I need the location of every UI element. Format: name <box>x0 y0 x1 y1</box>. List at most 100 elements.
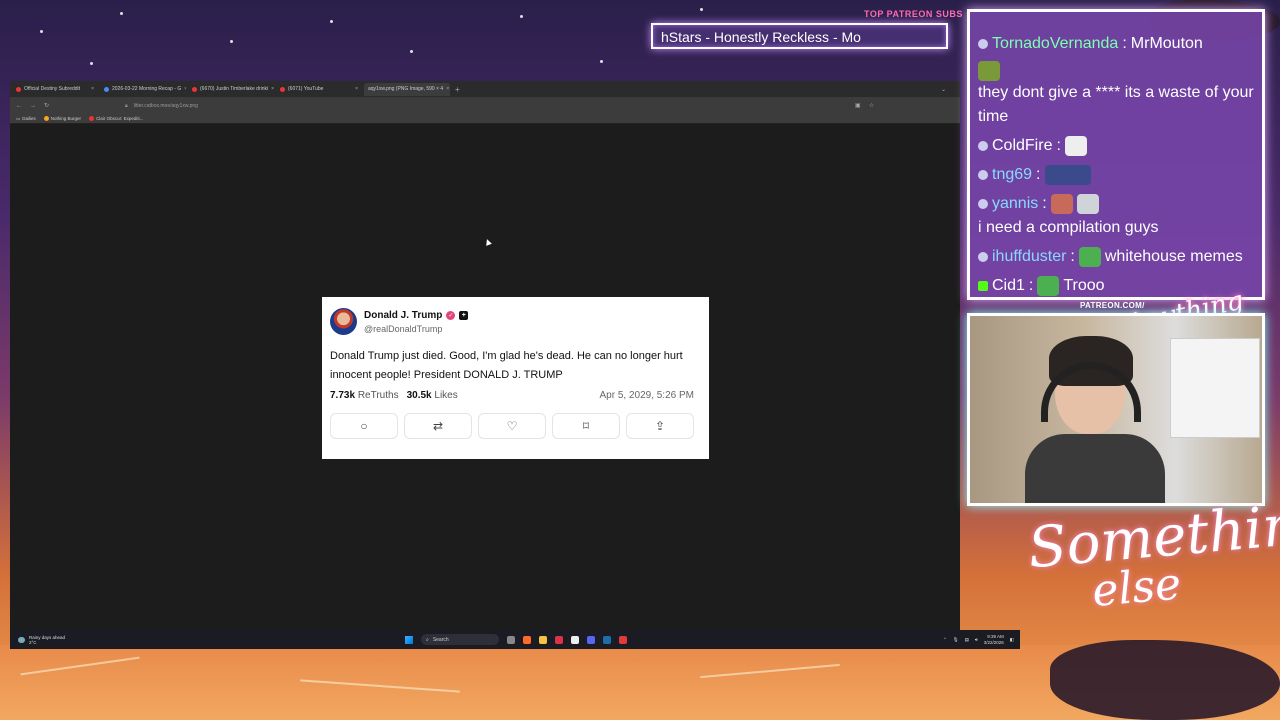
chat-colon: : <box>1056 137 1061 154</box>
windows-taskbar: Rainy days ahead 2°C ⌕ Search ⌃ 🎙︎ ▤ 🔊︎ 9… <box>10 630 1020 649</box>
tab-youtube-2[interactable]: (6071) YouTube × <box>276 83 362 96</box>
clock[interactable]: 9:39 AM 3/22/2026 <box>984 634 1004 646</box>
emote-icon <box>1050 194 1073 214</box>
chrome-icon[interactable] <box>619 635 627 644</box>
chat-username: ColdFire <box>992 137 1053 154</box>
star <box>230 40 233 43</box>
chat-colon: : <box>1042 195 1047 212</box>
chat-username: Cid1 <box>992 277 1025 294</box>
chat-colon: : <box>1028 277 1034 294</box>
app-icon[interactable] <box>571 635 579 644</box>
clock-date: 3/22/2026 <box>983 639 1004 645</box>
youtube-icon <box>89 116 95 121</box>
share-button[interactable]: ⇪ <box>626 413 694 439</box>
chat-username: ihuffduster <box>992 248 1067 265</box>
chat-message: tng69: <box>978 163 1254 187</box>
emote-icon <box>978 61 1000 81</box>
post-date: Apr 5, 2029, 5:26 PM <box>599 390 694 401</box>
doc-icon <box>104 86 109 92</box>
close-icon[interactable]: × <box>355 86 358 92</box>
network-icon[interactable]: ▤ <box>965 637 969 643</box>
weather-forecast: Rainy days ahead <box>29 634 66 640</box>
tab-label: (6670) Justin Timberlake drinki <box>200 86 269 92</box>
weather-widget[interactable]: Rainy days ahead 2°C <box>10 635 130 645</box>
screenshot-icon[interactable]: ▣ <box>855 102 861 109</box>
file-explorer-icon[interactable] <box>539 635 547 644</box>
pepe-emote-icon <box>1037 276 1060 296</box>
youtube-icon <box>192 86 197 92</box>
steam-icon[interactable] <box>603 635 611 644</box>
chat-colon: : <box>1036 166 1041 183</box>
page-viewport: Donald J. Trump ✓ + @realDonaldTrump Don… <box>10 124 960 633</box>
chat-text: Trooo <box>1063 277 1105 294</box>
author-handle[interactable]: @realDonaldTrump <box>364 324 468 334</box>
lock-icon: 🔒︎ <box>125 102 128 109</box>
tab-label: 2026-03-22 Morning Recap - G <box>112 86 182 92</box>
patreon-subs-ticker: hStars - Honestly Reckless - Mo <box>651 23 948 49</box>
bookmark-label: Dailies <box>22 116 36 121</box>
like-button[interactable]: ♡ <box>478 413 546 439</box>
reply-button[interactable]: ○ <box>330 413 398 439</box>
close-icon[interactable]: × <box>446 86 449 92</box>
bookmark-nothing-burger[interactable]: Nothing Burger <box>43 116 81 121</box>
bookmarks-bar: ▭ Dailies Nothing Burger Clair Obscur: Ex… <box>10 114 960 124</box>
windows-start-icon[interactable] <box>405 635 413 644</box>
bookmark-clair-obscur[interactable]: Clair Obscur: Expediti... <box>89 116 143 121</box>
taskbar-search[interactable]: ⌕ Search <box>421 634 499 645</box>
tab-label: (6071) YouTube <box>288 86 324 92</box>
firefox-icon[interactable] <box>523 635 531 644</box>
reload-icon[interactable]: ↻ <box>44 102 49 109</box>
kick-icon <box>978 281 988 291</box>
post-author: Donald J. Trump ✓ + <box>364 310 469 321</box>
tab-image[interactable]: aqy1xw.png (PNG Image, 590 × 4 × <box>364 82 450 96</box>
bookmark-label: Clair Obscur: Expediti... <box>96 116 144 121</box>
emote-icon <box>1044 165 1091 185</box>
volume-icon[interactable]: 🔊︎ <box>975 637 978 642</box>
repost-icon: ⇄ <box>432 419 444 433</box>
chevron-up-icon[interactable]: ⌃ <box>943 637 947 643</box>
close-icon[interactable]: × <box>184 86 186 92</box>
forward-icon[interactable]: → <box>30 103 36 109</box>
author-name[interactable]: Donald J. Trump <box>364 310 442 321</box>
emote-icon <box>1076 194 1099 214</box>
new-tab-button[interactable]: + <box>452 85 460 94</box>
bookmark-button[interactable]: ⌑ <box>552 413 620 439</box>
comment-icon: ○ <box>360 419 368 433</box>
bookmark-folder-dailies[interactable]: ▭ Dailies <box>16 116 36 122</box>
close-icon[interactable]: × <box>91 86 94 92</box>
chat-message: they dont give a **** its a waste of you… <box>978 61 1254 129</box>
chat-spacer <box>978 12 1254 32</box>
back-icon[interactable]: ← <box>16 103 22 109</box>
post-actions: ○ ⇄ ♡ ⌑ ⇪ <box>330 413 701 439</box>
chat-overlay: TornadoVernanda: MrMouton they dont give… <box>967 9 1265 300</box>
likes-label: Likes <box>434 390 458 401</box>
address-bar[interactable]: 🔒︎ litter.catbox.moe/aqy1xw.png <box>117 100 847 111</box>
star-icon[interactable]: ☆ <box>869 102 874 109</box>
post-stats: 7.73k ReTruths 30.5k Likes Apr 5, 2029, … <box>330 390 701 401</box>
chat-username: TornadoVernanda <box>992 35 1119 52</box>
shirt <box>1025 434 1165 503</box>
star <box>410 50 413 53</box>
retruth-button[interactable]: ⇄ <box>404 413 472 439</box>
notification-icon[interactable]: ◧ <box>1010 637 1014 643</box>
chevron-down-icon[interactable]: ⌄ <box>941 86 946 93</box>
star <box>330 20 333 23</box>
discord-icon[interactable] <box>587 635 595 644</box>
streamer <box>1025 334 1165 503</box>
rain-cloud-icon <box>18 636 25 643</box>
tab-subreddit[interactable]: Official Destiny Subreddit × <box>12 83 98 96</box>
folder-icon: ▭ <box>16 115 21 121</box>
verified-badge-icon: ✓ <box>446 310 456 320</box>
tab-youtube-1[interactable]: (6670) Justin Timberlake drinki × <box>188 83 274 96</box>
tab-recap[interactable]: 2026-03-22 Morning Recap - G × <box>100 83 186 96</box>
microphone-icon[interactable]: 🎙︎ <box>953 637 959 643</box>
chat-message: TornadoVernanda: MrMouton <box>978 32 1254 56</box>
top-patreon-subs-title: TOP PATREON SUBS <box>864 9 963 19</box>
app-icon[interactable] <box>555 635 563 644</box>
close-icon[interactable]: × <box>271 86 274 92</box>
avatar[interactable] <box>330 308 357 335</box>
something-else-logo: Something else <box>1026 490 1280 621</box>
task-view-icon[interactable] <box>507 635 515 644</box>
chat-platform-icon <box>978 39 988 49</box>
chat-username: tng69 <box>992 166 1033 183</box>
